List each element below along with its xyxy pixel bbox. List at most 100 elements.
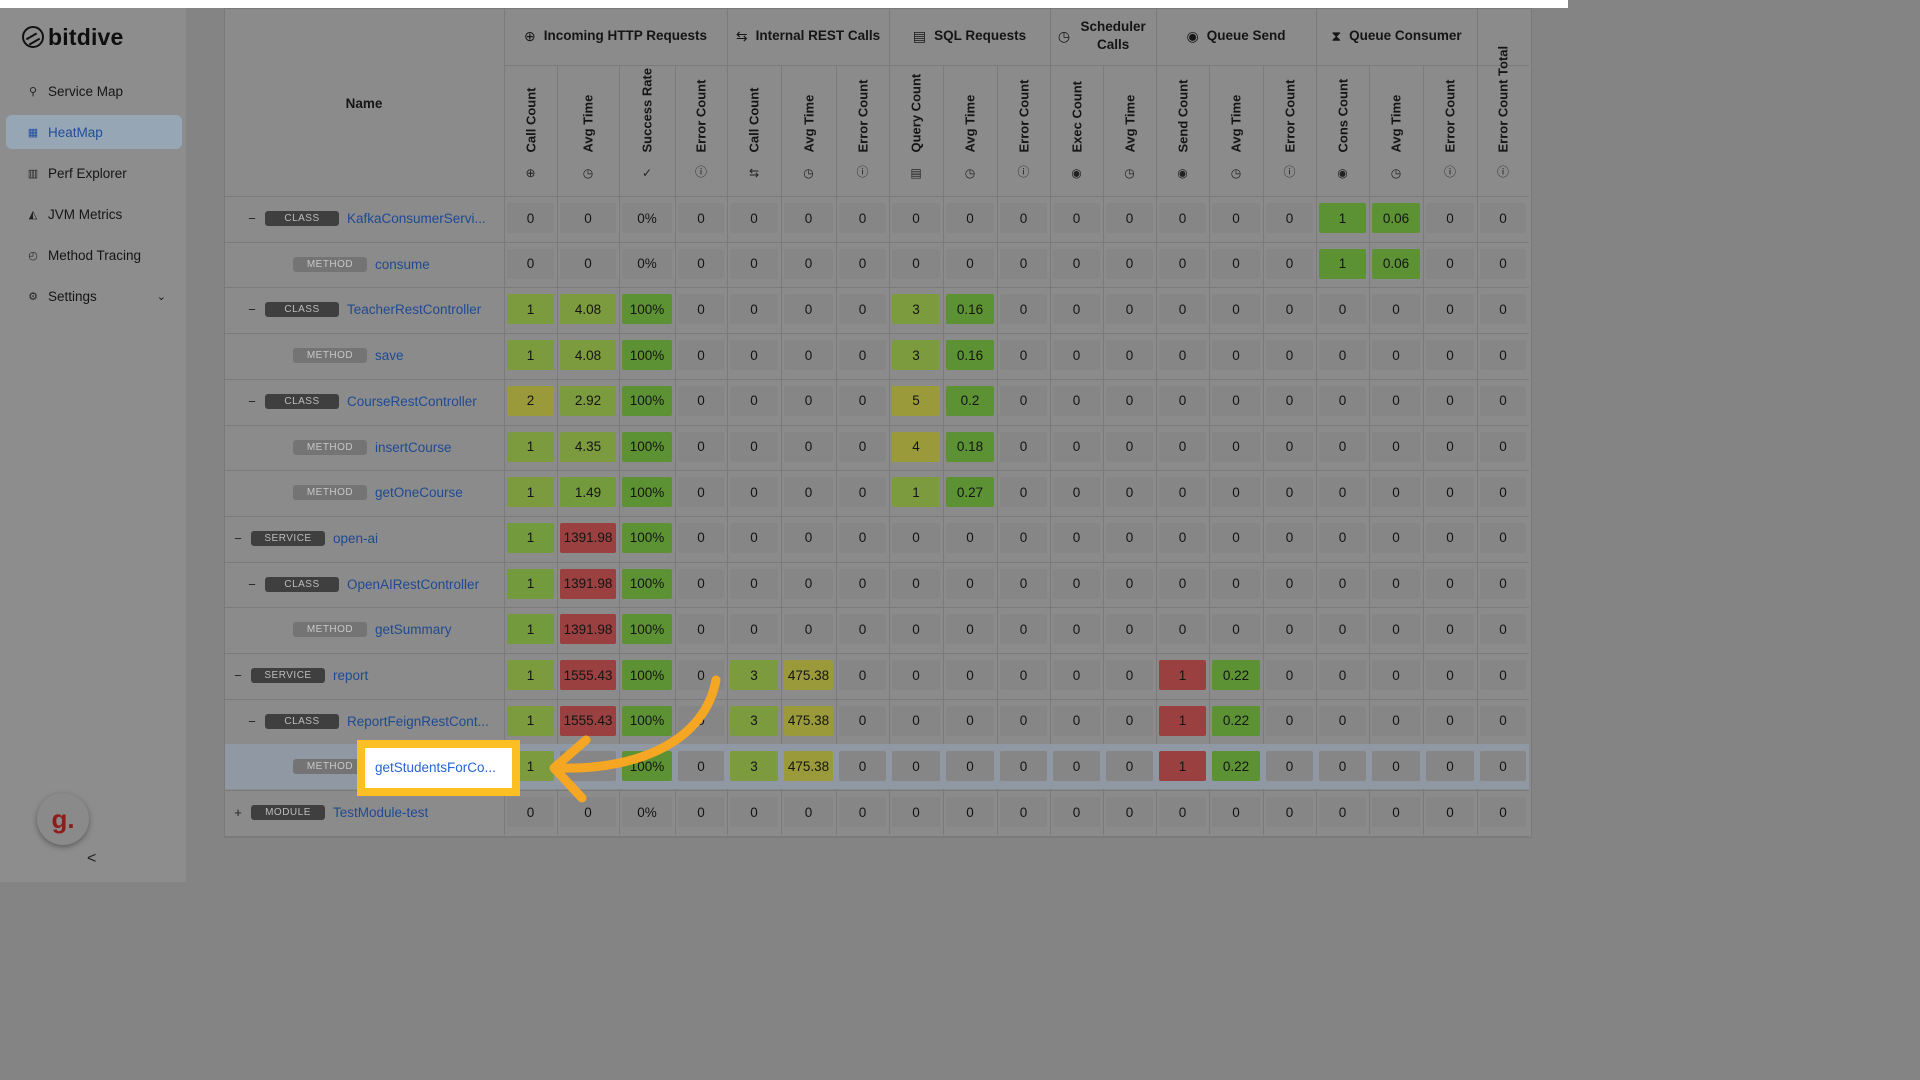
row-name-link[interactable]: open-ai (333, 531, 500, 546)
metric-cell: 0 (839, 248, 886, 279)
row-name-link[interactable]: insertCourse (375, 440, 500, 455)
metric-cell: 2.92 (560, 385, 616, 416)
metric-cell: 0 (507, 248, 554, 279)
sidebar-item-heatmap[interactable]: ▦ HeatMap (6, 115, 182, 149)
column-header[interactable]: Error Count ⓘ (675, 66, 727, 188)
group-header-sql-requests: ▤ SQL Requests (889, 8, 1050, 64)
metric-cell: 0 (784, 477, 833, 508)
expand-toggle-icon[interactable]: − (232, 531, 244, 546)
metric-cell: 0 (1159, 203, 1206, 233)
metric-cell: 0 (946, 705, 994, 736)
highlighted-method-link[interactable]: getStudentsForCo... (375, 760, 496, 775)
group-header-label: Queue Consumer (1349, 28, 1462, 43)
metric-cell: 0 (1480, 568, 1526, 599)
metric-cell: 0 (1053, 751, 1100, 782)
expand-toggle-icon[interactable]: − (232, 668, 244, 683)
row-name-link[interactable]: OpenAIRestController (347, 577, 500, 592)
user-avatar-button[interactable]: g. (37, 793, 89, 845)
column-header[interactable]: Avg Time ◷ (781, 66, 836, 188)
metric-cell: 0 (1106, 522, 1153, 553)
type-badge: CLASS (265, 302, 339, 318)
expand-toggle-icon[interactable]: − (246, 211, 258, 226)
row-name-link[interactable]: save (375, 348, 500, 363)
metric-cell: 0 (1000, 614, 1047, 645)
column-header-label: Error Count (693, 79, 709, 153)
metric-cell: 0 (1159, 294, 1206, 325)
group-header-label: Queue Send (1206, 28, 1286, 43)
row-name-link[interactable]: getOneCourse (375, 485, 500, 500)
sidebar-item-method-tracing[interactable]: ◴ Method Tracing (6, 238, 182, 272)
metric-cell: 0 (1159, 614, 1206, 645)
metric-cell: 0 (784, 248, 833, 279)
metric-cell: 0 (1480, 797, 1526, 828)
column-header[interactable]: Error Count ⓘ (1263, 66, 1316, 188)
metric-cell: 0 (1372, 477, 1420, 508)
column-header[interactable]: Avg Time ◷ (943, 66, 997, 188)
column-header-label: Call Count (746, 87, 762, 153)
history-icon: ◴ (28, 249, 38, 262)
metric-cell: 0 (1480, 248, 1526, 279)
expand-toggle-icon[interactable]: − (246, 577, 258, 592)
globe-icon: ⊕ (523, 28, 536, 44)
column-header[interactable]: Error Count Total ⓘ (1477, 10, 1529, 188)
row-name-link[interactable]: ReportFeignRestCont... (347, 714, 500, 729)
row-name-link[interactable]: KafkaConsumerServi... (347, 211, 500, 226)
group-header-internal-rest-calls: ⇆ Internal REST Calls (727, 8, 889, 64)
metric-cell: 1391.98 (560, 522, 616, 553)
column-header[interactable]: Avg Time ◷ (1103, 66, 1156, 188)
metric-cell: 0 (730, 294, 778, 325)
column-header[interactable]: Send Count ◉ (1156, 66, 1209, 188)
column-header[interactable]: Call Count ⇆ (727, 66, 781, 188)
column-header[interactable]: Error Count ⓘ (1423, 66, 1477, 188)
column-header[interactable]: Call Count ⊕ (504, 66, 557, 188)
column-header[interactable]: Avg Time ◷ (1369, 66, 1423, 188)
sidebar-item-perf-explorer[interactable]: ▥ Perf Explorer (6, 156, 182, 190)
metric-cell: 0 (1372, 705, 1420, 736)
column-header[interactable]: Avg Time ◷ (557, 66, 619, 188)
row-name-link[interactable]: consume (375, 257, 500, 272)
metric-cell: 0.18 (946, 431, 994, 462)
metric-cell: 0 (1480, 705, 1526, 736)
column-header[interactable]: Success Rate ✓ (619, 66, 675, 188)
sidebar-item-settings[interactable]: ⚙ Settings ⌄ (6, 279, 182, 313)
column-header-label: Cons Count (1335, 78, 1350, 153)
metric-cell: 100% (622, 614, 672, 645)
metric-cell: 0 (730, 568, 778, 599)
column-header[interactable]: Error Count ⓘ (836, 66, 889, 188)
expand-toggle-icon[interactable]: − (246, 302, 258, 317)
metric-cell: 0 (1159, 431, 1206, 462)
metric-cell: 0 (1372, 522, 1420, 553)
column-header-label: Query Count (908, 73, 924, 153)
metric-cell: 0 (1426, 751, 1474, 782)
row-name-link[interactable]: CourseRestController (347, 394, 500, 409)
alert-circle-icon: ⓘ (1443, 165, 1457, 179)
play-circle-icon: ◉ (1337, 166, 1348, 180)
chevron-down-icon: ⌄ (156, 290, 166, 303)
expand-toggle-icon[interactable]: + (232, 805, 244, 820)
sidebar-item-jvm-metrics[interactable]: ◭ JVM Metrics (6, 197, 182, 231)
metric-cell: 0 (1426, 203, 1474, 233)
group-header-scheduler-calls: ◷ Scheduler Calls (1050, 8, 1156, 64)
metric-cell: 0 (678, 614, 724, 645)
logo[interactable]: bitdive (22, 22, 124, 52)
metric-cell: 0 (1159, 477, 1206, 508)
metric-cell: 0% (622, 248, 672, 279)
column-header[interactable]: Avg Time ◷ (1209, 66, 1263, 188)
column-header[interactable]: Query Count ▤ (889, 66, 943, 188)
metric-cell: 1 (507, 294, 554, 325)
row-name-link[interactable]: TeacherRestController (347, 302, 500, 317)
column-header[interactable]: Cons Count ◉ (1316, 66, 1369, 188)
column-header[interactable]: Exec Count ◉ (1050, 66, 1103, 188)
row-name-link[interactable]: getSummary (375, 622, 500, 637)
sidebar-item-service-map[interactable]: ⚲ Service Map (6, 74, 182, 108)
metric-cell: 4 (892, 431, 940, 462)
metric-cell: 0 (1212, 385, 1260, 416)
logo-text: bitdive (48, 23, 124, 50)
expand-toggle-icon[interactable]: − (246, 714, 258, 729)
sidebar-item-label: HeatMap (48, 124, 103, 140)
collapse-sidebar-icon[interactable]: < (87, 850, 96, 868)
row-name-link[interactable]: report (333, 668, 500, 683)
row-name-link[interactable]: TestModule-test (333, 805, 500, 820)
expand-toggle-icon[interactable]: − (246, 394, 258, 409)
column-header[interactable]: Error Count ⓘ (997, 66, 1050, 188)
